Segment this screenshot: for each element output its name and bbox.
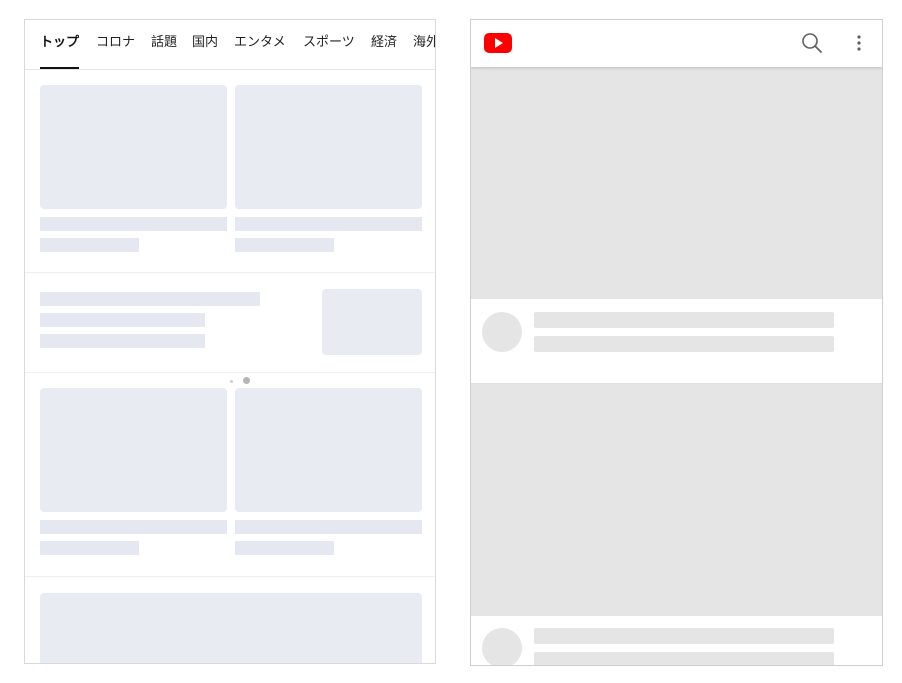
search-icon[interactable] [801,32,823,54]
video-thumbnail-skeleton [471,384,882,616]
carousel-dot-active[interactable] [243,377,250,384]
tab-overseas[interactable]: 海外 [413,34,435,52]
news-app-panel: トップ コロナ 話題 国内 エンタメ スポーツ 経済 海外 [24,19,436,664]
large-card-skeleton [40,593,422,663]
video-meta-skeleton [534,652,834,665]
video-thumbnail-skeleton [471,67,882,299]
list-line-skeleton [40,334,205,348]
channel-avatar-skeleton [482,628,522,665]
card-title-skeleton [235,520,422,534]
card-meta-skeleton [235,238,334,252]
play-icon [495,38,503,48]
list-title-skeleton [40,292,260,306]
video-meta-skeleton [534,336,834,352]
youtube-logo-icon[interactable] [484,33,512,53]
card-thumbnail-skeleton [235,388,422,512]
card-meta-skeleton [40,238,139,252]
more-vert-icon[interactable] [851,32,867,54]
video-title-skeleton [534,628,834,644]
tab-economy[interactable]: 経済 [371,34,397,52]
section-divider [25,576,435,577]
tab-corona[interactable]: コロナ [96,34,135,52]
carousel-indicator [25,377,435,385]
youtube-app-panel [470,19,883,666]
card-thumbnail-skeleton [40,388,227,512]
tab-topics[interactable]: 話題 [151,34,177,52]
card-title-skeleton [40,520,227,534]
tab-domestic[interactable]: 国内 [192,34,218,52]
video-title-skeleton [534,312,834,328]
card-title-skeleton [235,217,422,231]
tab-entertainment[interactable]: エンタメ [234,34,286,52]
card-meta-skeleton [235,541,334,555]
tab-top[interactable]: トップ [40,34,79,52]
tab-sports[interactable]: スポーツ [303,34,355,52]
card-meta-skeleton [40,541,139,555]
section-divider [25,372,435,373]
carousel-dot[interactable] [230,380,233,383]
card-thumbnail-skeleton [40,85,227,209]
card-title-skeleton [40,217,227,231]
active-tab-indicator [40,67,79,69]
channel-avatar-skeleton [482,312,522,352]
category-tab-bar: トップ コロナ 話題 国内 エンタメ スポーツ 経済 海外 [25,20,435,70]
youtube-header [471,20,882,67]
section-divider [25,272,435,273]
list-thumbnail-skeleton [322,289,422,355]
list-line-skeleton [40,313,205,327]
card-thumbnail-skeleton [235,85,422,209]
